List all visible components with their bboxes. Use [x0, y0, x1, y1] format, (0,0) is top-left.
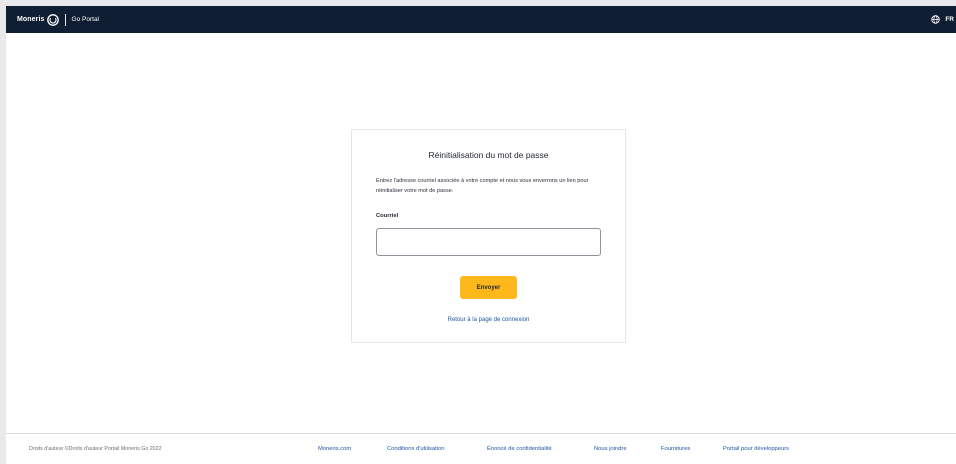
- app-frame: Moneris Go Portal FR Réinitialisation du…: [6, 6, 956, 464]
- send-button[interactable]: Envoyer: [460, 276, 517, 299]
- globe-icon: [931, 15, 941, 24]
- footer-link-developer-portal[interactable]: Portail pour développeurs: [723, 446, 789, 452]
- password-reset-card: Réinitialisation du mot de passe Entrez …: [351, 129, 626, 343]
- footer-link-privacy[interactable]: Énoncé de confidentialité: [487, 446, 552, 452]
- brand-separator: [64, 13, 66, 26]
- footer-link-contact[interactable]: Nous joindre: [594, 446, 627, 452]
- email-field-label: Courriel: [376, 213, 399, 219]
- email-field[interactable]: [376, 228, 601, 256]
- brand-name: Moneris: [17, 16, 45, 23]
- product-name: Go Portal: [71, 16, 100, 23]
- footer-link-supplies[interactable]: Fournitures: [661, 446, 690, 452]
- footer-link-moneris-com[interactable]: Moneris.com: [318, 446, 351, 452]
- footer-link-terms[interactable]: Conditions d'utilisation: [387, 446, 445, 452]
- top-navigation-bar: Moneris Go Portal FR: [6, 6, 956, 33]
- footer-divider: [6, 433, 956, 434]
- back-to-login-link[interactable]: Retour à la page de connexion: [352, 317, 625, 323]
- reset-instructions: Entrez l'adresse courriel associée à vot…: [376, 178, 589, 194]
- language-label: FR: [945, 16, 954, 23]
- moneris-logo-icon: [46, 13, 59, 26]
- copyright-notice: Droits d'auteur ©Droits d'auteur Portail…: [29, 446, 162, 452]
- page-title: Réinitialisation du mot de passe: [428, 150, 549, 160]
- brand-home-link[interactable]: Moneris Go Portal: [17, 6, 99, 33]
- language-toggle[interactable]: FR: [931, 6, 954, 33]
